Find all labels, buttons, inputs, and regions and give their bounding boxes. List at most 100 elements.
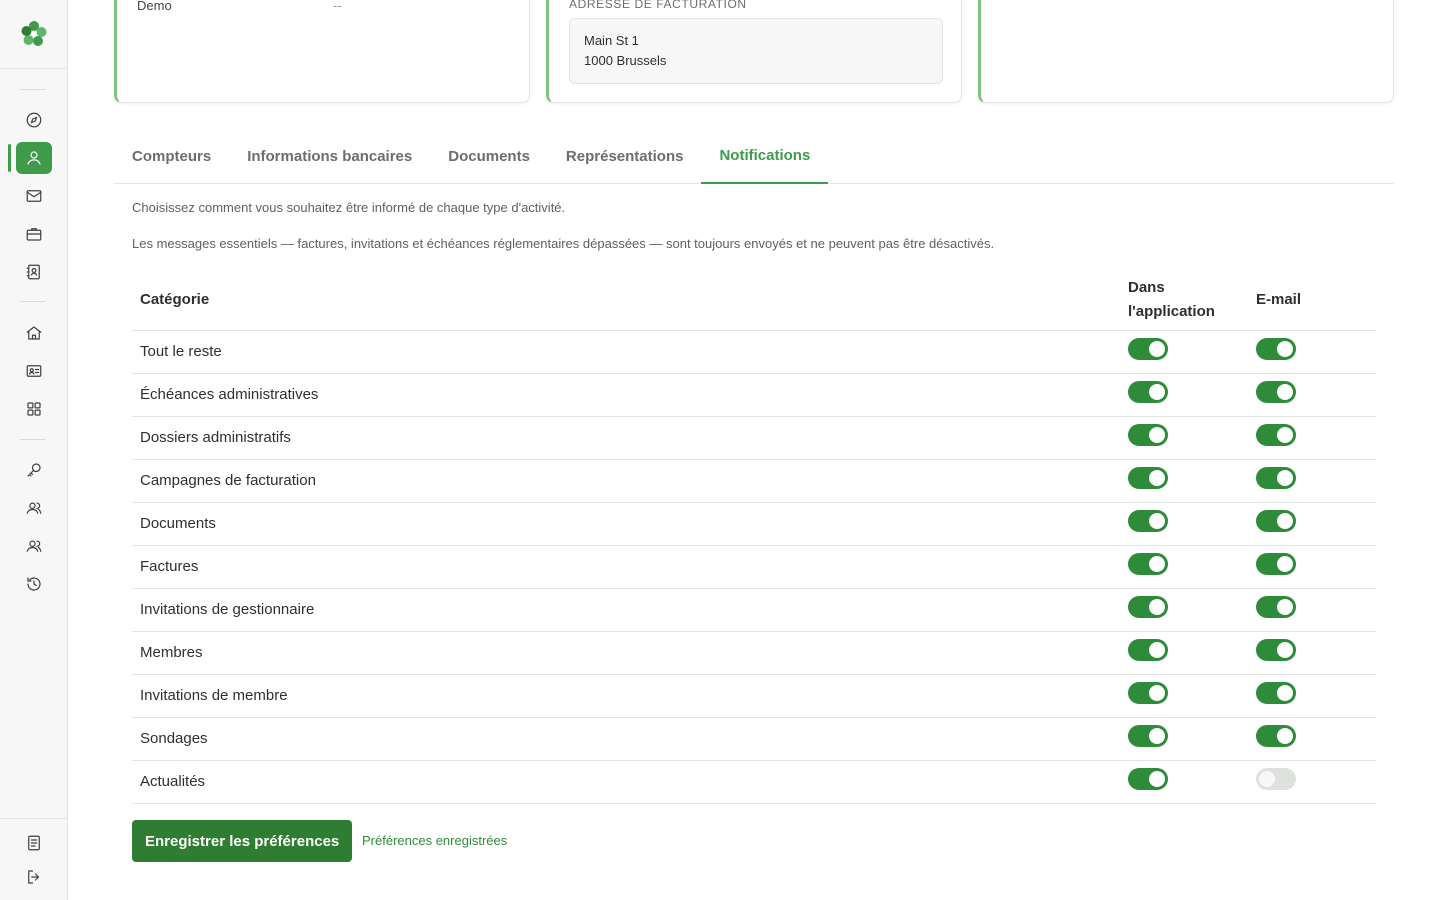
logout-icon [28,870,40,884]
email-toggle[interactable] [1256,510,1296,532]
contact-book-icon [26,264,40,280]
toggle-knob [1277,599,1293,615]
nav-logout[interactable] [16,861,52,893]
nav-active-indicator [8,144,11,172]
table-row: Factures [132,546,1376,589]
table-row: Sondages [132,718,1376,761]
table-row: Invitations de membre [132,675,1376,718]
in-app-toggle[interactable] [1128,338,1168,360]
notifications-essential-note: Les messages essentiels — factures, invi… [132,236,995,251]
toggle-knob [1277,728,1293,744]
saved-status-text: Préférences enregistrées [362,833,508,848]
in-app-toggle[interactable] [1128,553,1168,575]
in-app-toggle[interactable] [1128,381,1168,403]
briefcase-icon [26,228,42,241]
nav-identity[interactable] [16,355,52,387]
nav-team[interactable] [16,530,52,562]
category-label: Invitations de membre [140,687,288,704]
toggle-knob [1277,685,1293,701]
address-line-1: Main St 1 [584,33,639,48]
email-toggle[interactable] [1256,725,1296,747]
tab-representations[interactable]: Représentations [548,128,702,184]
nav-documentation[interactable] [16,827,52,859]
category-label: Sondages [140,730,208,747]
nav-portfolio[interactable] [16,218,52,250]
email-toggle[interactable] [1256,596,1296,618]
account-card: Demo -- [114,0,530,103]
billing-address-card: ADRESSE DE FACTURATION Main St 1 1000 Br… [546,0,962,103]
info-card [978,0,1394,103]
email-toggle[interactable] [1256,639,1296,661]
table-row: Documents [132,503,1376,546]
key-icon [27,463,41,477]
nav-buildings[interactable] [16,317,52,349]
billing-address-box: Main St 1 1000 Brussels [569,18,943,84]
table-row: Dossiers administratifs [132,417,1376,460]
toggle-knob [1259,771,1275,787]
compass-icon [26,112,42,128]
notification-preferences-table: Catégorie Dans l'application E-mail Tout … [132,272,1376,804]
toggle-knob [1277,427,1293,443]
toggle-knob [1277,556,1293,572]
nav-users[interactable] [16,492,52,524]
sidebar-footer-divider [0,818,68,819]
table-row: Tout le reste [132,331,1376,374]
in-app-toggle[interactable] [1128,682,1168,704]
toggle-knob [1277,513,1293,529]
user-icon [27,151,41,165]
category-label: Actualités [140,773,206,790]
nav-access[interactable] [16,454,52,486]
address-line-2: 1000 Brussels [584,53,667,68]
column-header-in-app: Dans l'application [1128,276,1238,324]
in-app-toggle[interactable] [1128,596,1168,618]
tab-compteurs[interactable]: Compteurs [114,128,229,184]
toggle-knob [1277,470,1293,486]
clover-logo-icon[interactable] [19,19,49,49]
in-app-toggle[interactable] [1128,639,1168,661]
nav-history[interactable] [16,568,52,600]
toggle-knob [1149,685,1165,701]
email-toggle[interactable] [1256,424,1296,446]
users-icon [26,502,42,514]
category-label: Campagnes de facturation [140,472,316,489]
email-toggle[interactable] [1256,338,1296,360]
category-label: Documents [140,515,216,532]
nav-messages[interactable] [16,180,52,212]
column-header-email: E-mail [1256,291,1302,308]
in-app-toggle[interactable] [1128,768,1168,790]
column-header-category: Catégorie [140,291,210,308]
document-icon [28,835,40,851]
tab-documents[interactable]: Documents [430,128,548,184]
table-row: Invitations de gestionnaire [132,589,1376,632]
email-toggle[interactable] [1256,467,1296,489]
email-toggle[interactable] [1256,768,1296,790]
table-row: Échéances administratives [132,374,1376,417]
toggle-knob [1277,642,1293,658]
tab-notifications[interactable]: Notifications [701,128,829,184]
table-header: Catégorie Dans l'application E-mail [132,272,1376,331]
in-app-toggle[interactable] [1128,424,1168,446]
save-preferences-button[interactable]: Enregistrer les préférences [132,820,353,862]
id-card-icon [26,365,42,377]
toggle-knob [1149,384,1165,400]
in-app-toggle[interactable] [1128,725,1168,747]
in-app-toggle[interactable] [1128,467,1168,489]
toggle-knob [1149,728,1165,744]
nav-contacts[interactable] [16,256,52,288]
category-label: Tout le reste [140,343,222,360]
grid-icon [27,402,41,416]
toggle-knob [1149,513,1165,529]
email-toggle[interactable] [1256,682,1296,704]
email-toggle[interactable] [1256,381,1296,403]
nav-profile[interactable] [16,142,52,174]
table-row: Membres [132,632,1376,675]
toggle-knob [1149,771,1165,787]
toggle-knob [1149,556,1165,572]
nav-apps[interactable] [16,393,52,425]
notifications-intro: Choisissez comment vous souhaitez être i… [132,200,566,215]
in-app-toggle[interactable] [1128,510,1168,532]
column-header-in-app-line1: Dans [1128,279,1165,296]
tab-informations-bancaires[interactable]: Informations bancaires [229,128,430,184]
nav-explore[interactable] [16,104,52,136]
email-toggle[interactable] [1256,553,1296,575]
